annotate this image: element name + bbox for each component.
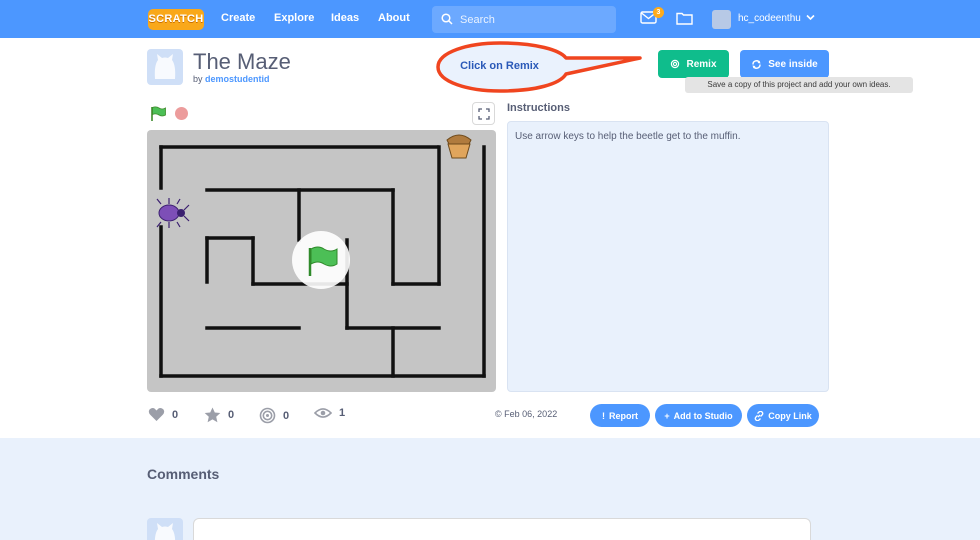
remix-icon: [671, 59, 680, 69]
remix-label: Remix: [686, 58, 717, 70]
comments-heading: Comments: [147, 466, 220, 482]
see-inside-button[interactable]: See inside: [740, 50, 829, 78]
messages-badge: 3: [653, 7, 664, 18]
project-title: The Maze: [193, 49, 291, 74]
chevron-down-icon[interactable]: [806, 14, 815, 21]
eye-icon: [314, 408, 332, 418]
search-icon: [441, 13, 453, 25]
nav-explore[interactable]: Explore: [274, 12, 314, 24]
comment-input[interactable]: [193, 518, 811, 540]
copy-link-label: Copy Link: [768, 410, 812, 421]
instructions-text: Use arrow keys to help the beetle get to…: [507, 121, 829, 392]
project-date: © Feb 06, 2022: [495, 409, 557, 419]
heart-icon: [148, 407, 165, 421]
commenter-avatar: [147, 518, 183, 540]
username-label[interactable]: hc_codeenthu: [738, 13, 801, 24]
fullscreen-icon: [478, 108, 490, 120]
remix-count-icon: [259, 407, 276, 424]
remix-stat: 0: [259, 407, 289, 424]
scratch-logo[interactable]: SCRATCH: [148, 9, 204, 30]
nav-create[interactable]: Create: [221, 12, 255, 24]
stage-play-button: [292, 231, 350, 289]
copy-link-button[interactable]: Copy Link: [747, 404, 819, 427]
remix-tooltip: Save a copy of this project and add your…: [685, 77, 913, 93]
beetle-sprite: [156, 198, 190, 228]
plus-icon: +: [664, 410, 670, 421]
favorite-stat[interactable]: 0: [204, 407, 234, 423]
copyright-icon: ©: [495, 409, 502, 419]
date-label: Feb 06, 2022: [504, 409, 558, 419]
instructions-heading: Instructions: [507, 102, 570, 114]
views-count: 1: [339, 407, 346, 419]
top-nav: SCRATCH Create Explore Ideas About 3 hc_…: [0, 0, 980, 38]
nav-about[interactable]: About: [378, 12, 410, 24]
link-icon: [754, 410, 764, 421]
report-button[interactable]: ! Report: [590, 404, 650, 427]
stop-icon[interactable]: [175, 107, 188, 120]
remix-button[interactable]: Remix: [658, 50, 729, 78]
remix-count: 0: [283, 409, 290, 422]
user-avatar[interactable]: [712, 10, 731, 29]
love-count: 0: [172, 408, 179, 421]
search-box[interactable]: [432, 6, 616, 33]
project-stage[interactable]: [147, 130, 496, 392]
see-inside-icon: [752, 59, 761, 69]
by-label: by: [193, 74, 203, 84]
fullscreen-button[interactable]: [472, 102, 495, 125]
cat-avatar-icon: [154, 54, 176, 79]
favorite-count: 0: [228, 409, 235, 421]
add-to-studio-button[interactable]: + Add to Studio: [655, 404, 742, 427]
search-input[interactable]: [460, 10, 610, 29]
green-flag-icon[interactable]: [150, 106, 167, 122]
nav-ideas[interactable]: Ideas: [331, 12, 359, 24]
love-stat[interactable]: 0: [148, 407, 178, 422]
project-byline: by demostudentid: [193, 74, 270, 84]
cat-avatar-icon: [154, 523, 176, 540]
add-to-studio-label: Add to Studio: [673, 410, 733, 421]
muffin-sprite: [446, 134, 472, 159]
project-author-avatar[interactable]: [147, 49, 183, 85]
my-stuff-folder-icon[interactable]: [676, 11, 693, 25]
author-link[interactable]: demostudentid: [205, 74, 270, 84]
report-icon: !: [602, 410, 605, 421]
maze-graphic: [156, 134, 486, 378]
report-label: Report: [609, 410, 638, 421]
callout-text: Click on Remix: [460, 60, 539, 72]
see-inside-label: See inside: [768, 58, 818, 70]
star-icon: [204, 407, 221, 423]
views-stat: 1: [314, 407, 345, 419]
